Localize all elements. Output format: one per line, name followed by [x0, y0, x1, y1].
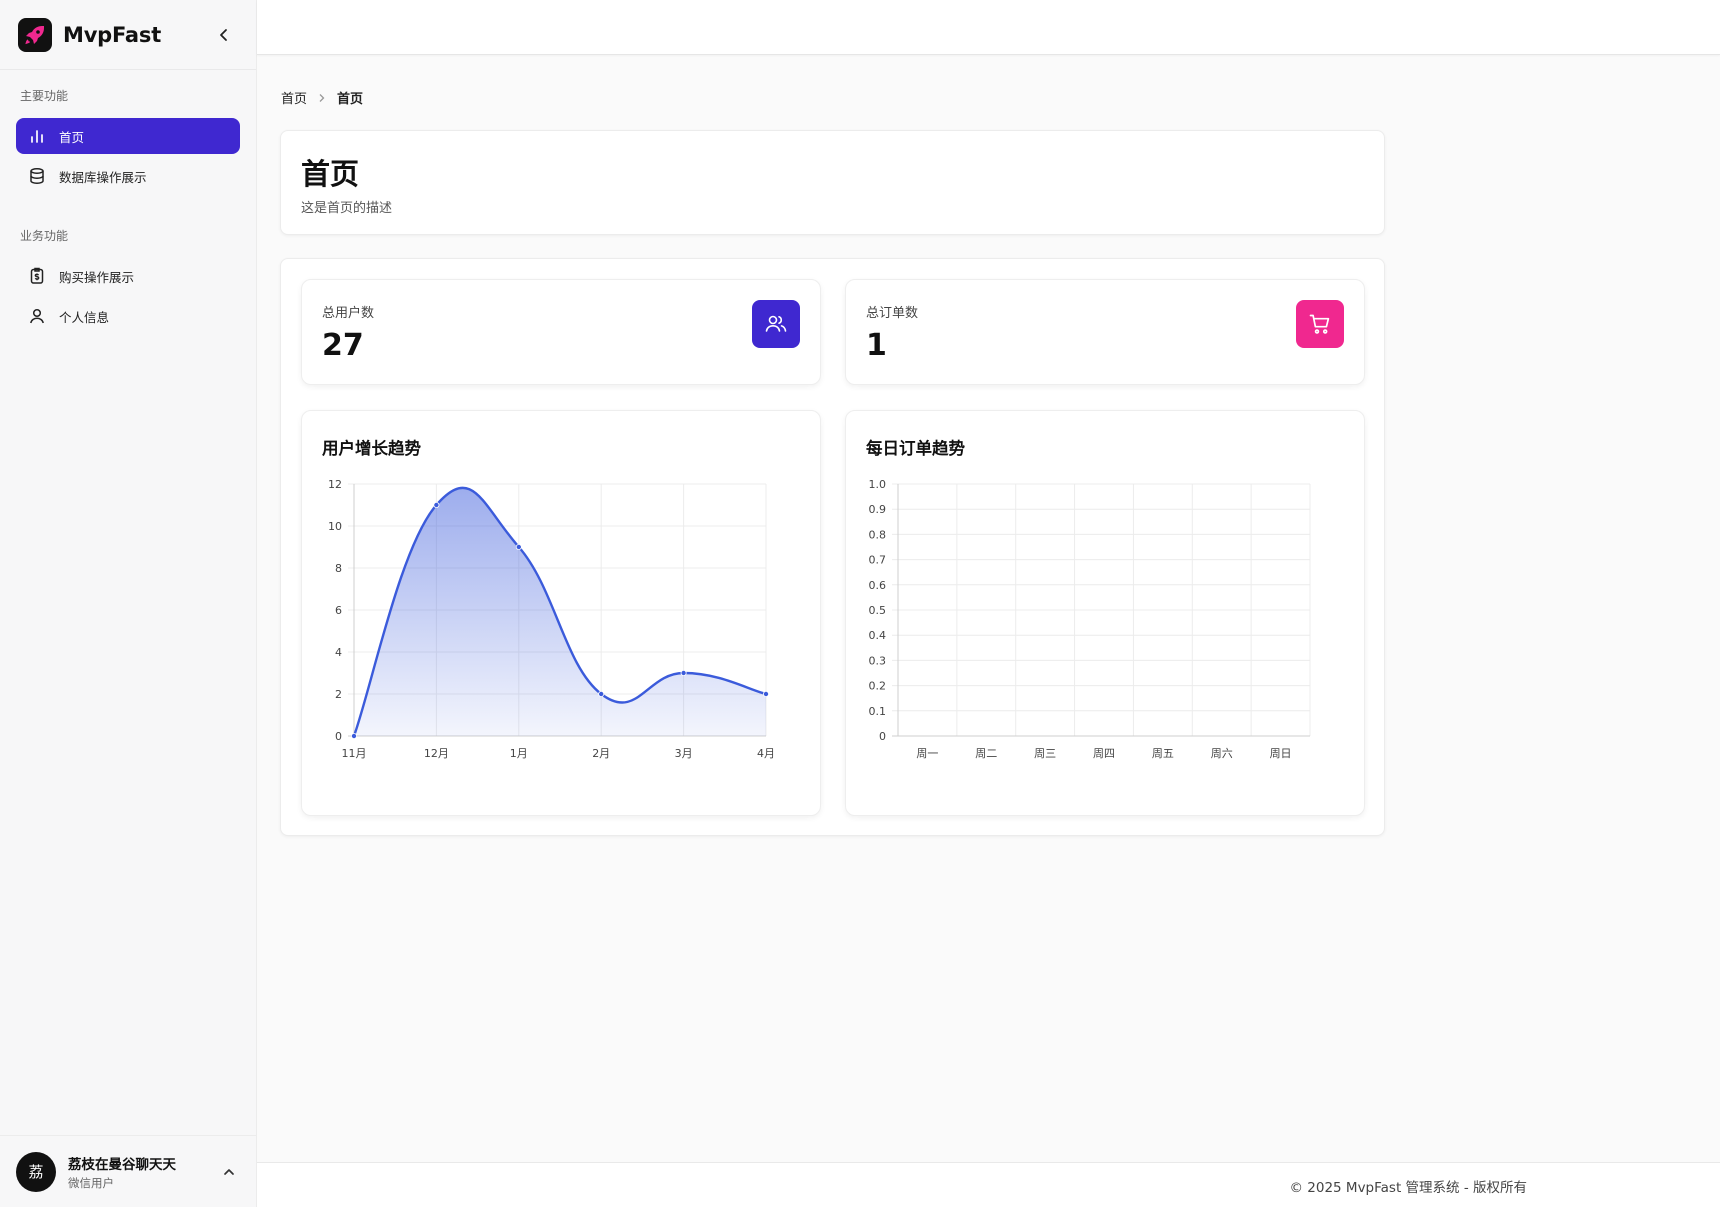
sidebar-item-label: 首页: [59, 129, 85, 145]
avatar: 荔: [16, 1151, 56, 1192]
x-tick-label: 2月: [592, 747, 610, 760]
user-growth-chart: 0 2 4 6 8 10 12 11月 12月 1月 2月 3月 4月: [328, 478, 775, 760]
x-tick-label: 周五: [1152, 747, 1174, 760]
sidebar-collapse-button[interactable]: [210, 21, 238, 49]
y-tick-label: 0.4: [869, 629, 887, 642]
database-icon: [27, 166, 47, 186]
nav-group-label-business: 业务功能: [20, 229, 69, 243]
chart-card-user-growth: 用户增长趋势 0 2 4 6 8 10 12 11月 12月 1月 2月 3月 4月: [301, 410, 821, 816]
y-tick-label: 0.2: [869, 680, 887, 693]
sidebar-item-label: 个人信息: [59, 309, 110, 325]
page-header-card: 首页 这是首页的描述: [280, 130, 1385, 235]
y-tick-label: 0.8: [869, 528, 887, 541]
chart-card-daily-orders: 每日订单趋势 0 0.1 0.2 0.3 0.4 0.5 0.6 0.7 0.8 0.9 1.0 周一…: [845, 410, 1365, 816]
y-tick-label: 0.7: [869, 554, 887, 567]
user-icon: [27, 306, 47, 326]
footer-copyright: © 2025 MvpFast 管理系统 - 版权所有: [1289, 1180, 1527, 1196]
sidebar-item-database[interactable]: 数据库操作展示: [16, 158, 240, 194]
x-tick-label: 周六: [1211, 747, 1233, 760]
chevron-up-icon: [224, 1168, 234, 1175]
chevron-right-icon: [317, 93, 327, 103]
y-tick-label: 0.6: [869, 579, 887, 592]
sidebar-item-profile[interactable]: 个人信息: [16, 298, 240, 334]
bar-chart-icon: [27, 126, 47, 146]
dashboard-card: 总用户数 27 总订单数 1 用户增长趋势 0 2 4 6 8 10 12 11月 12月 1月 2…: [280, 258, 1385, 836]
app-logo[interactable]: [18, 17, 52, 52]
x-tick-label: 1月: [510, 747, 528, 760]
sidebar: MvpFast 主要功能 首页 数据库操作展示 业务功能 购买操作展示 个人信息…: [0, 0, 257, 1207]
receipt-icon: [27, 266, 47, 286]
app-name: MvpFast: [63, 22, 162, 47]
top-bar: [257, 0, 1720, 55]
data-point: [598, 690, 605, 697]
breadcrumb-item-current: 首页: [337, 92, 364, 107]
stat-card-orders: 总订单数 1: [845, 279, 1365, 385]
y-tick-label: 10: [328, 520, 342, 533]
x-tick-label: 11月: [342, 747, 367, 760]
y-tick-label: 0: [879, 730, 886, 743]
series-area: [354, 487, 766, 736]
nav-group-label-main: 主要功能: [20, 89, 69, 103]
sidebar-item-purchase[interactable]: 购买操作展示: [16, 258, 240, 294]
cart-icon: [1296, 300, 1344, 348]
chevron-left-icon: [220, 28, 227, 41]
y-tick-label: 1.0: [869, 478, 887, 491]
y-tick-label: 4: [335, 646, 342, 659]
data-point: [762, 690, 769, 697]
stat-label: 总订单数: [866, 306, 919, 321]
y-tick-label: 8: [335, 562, 342, 575]
data-point: [433, 502, 440, 509]
breadcrumb-item-home[interactable]: 首页: [281, 88, 307, 107]
y-tick-label: 0: [335, 730, 342, 743]
sidebar-item-label: 购买操作展示: [59, 269, 135, 285]
stat-label: 总用户数: [322, 306, 375, 321]
y-tick-label: 0.1: [869, 705, 887, 718]
stat-value: 1: [866, 328, 887, 363]
sidebar-item-label: 数据库操作展示: [59, 169, 147, 185]
stat-card-users: 总用户数 27: [301, 279, 821, 385]
sidebar-item-home[interactable]: 首页: [16, 118, 240, 154]
data-point: [680, 669, 687, 676]
daily-orders-chart: 0 0.1 0.2 0.3 0.4 0.5 0.6 0.7 0.8 0.9 1.0 周一 周二 周三 周四 周…: [869, 478, 1311, 760]
data-point: [351, 732, 358, 739]
x-tick-label: 3月: [675, 747, 693, 760]
x-tick-label: 周一: [916, 747, 938, 760]
users-icon: [752, 300, 800, 348]
user-profile-box[interactable]: 荔 荔枝在曼谷聊天天 微信用户: [0, 1135, 257, 1207]
rocket-icon: [25, 25, 44, 44]
y-tick-label: 6: [335, 604, 342, 617]
x-tick-label: 周四: [1093, 747, 1115, 760]
y-tick-label: 0.9: [869, 503, 887, 516]
page-title: 首页: [301, 157, 360, 191]
page-description: 这是首页的描述: [301, 201, 393, 216]
y-tick-label: 0.3: [869, 654, 887, 667]
stat-value: 27: [322, 328, 364, 363]
y-tick-label: 12: [328, 478, 342, 491]
user-name: 荔枝在曼谷聊天天: [68, 1156, 176, 1173]
y-tick-label: 0.5: [869, 604, 887, 617]
breadcrumb: 首页 首页: [281, 88, 363, 107]
x-tick-label: 周日: [1270, 747, 1292, 760]
x-tick-label: 周二: [975, 747, 997, 760]
x-tick-label: 4月: [757, 747, 775, 760]
x-tick-label: 12月: [424, 747, 449, 760]
footer: © 2025 MvpFast 管理系统 - 版权所有: [257, 1162, 1720, 1207]
user-menu-toggle[interactable]: [217, 1160, 241, 1184]
x-tick-label: 周三: [1034, 747, 1056, 760]
y-tick-label: 2: [335, 688, 342, 701]
user-subtitle: 微信用户: [68, 1175, 114, 1190]
data-point: [515, 543, 522, 550]
sidebar-header: MvpFast: [0, 0, 256, 70]
